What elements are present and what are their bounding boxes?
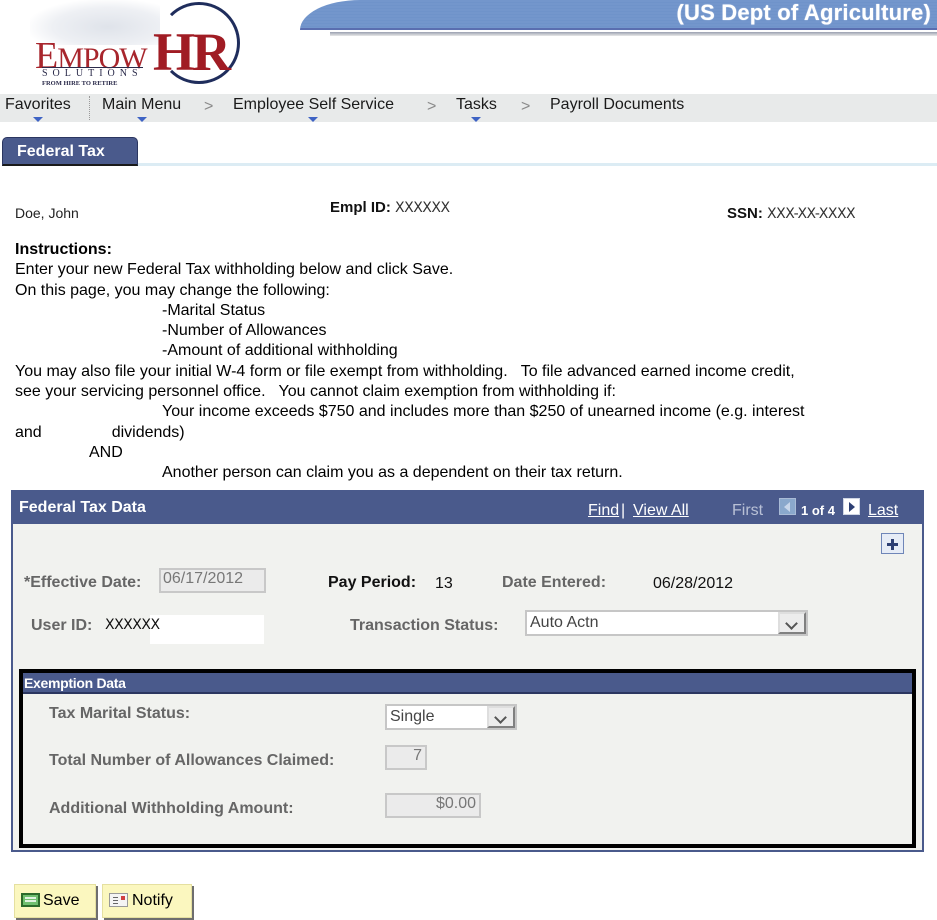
nav-tasks-label: Tasks — [456, 96, 497, 113]
empowhr-logo: EMPOW HR SOLUTIONS FROM HIRE TO RETIRE — [10, 0, 250, 92]
instructions-list-item: -Number of Allowances — [162, 322, 327, 340]
logo-tagline: FROM HIRE TO RETIRE — [42, 80, 118, 87]
instructions-condition-cont: and dividends) — [15, 423, 925, 443]
panel-title: Federal Tax Data — [19, 499, 146, 516]
ssn-value: XXX-XX-XXXX — [767, 206, 856, 222]
transaction-status-value: Auto Actn — [530, 614, 599, 631]
instructions-list-item: -Amount of additional withholding — [162, 342, 398, 360]
instructions-line: On this page, you may change the followi… — [15, 281, 330, 299]
nav-employee-self-service[interactable]: Employee Self Service — [233, 96, 394, 122]
transaction-status-label: Transaction Status: — [350, 617, 499, 634]
instructions-line: You may also file your initial W-4 form … — [15, 362, 795, 380]
empl-id-value: XXXXXX — [395, 200, 450, 216]
allowances-input[interactable]: 7 — [385, 745, 427, 770]
instructions-condition: Another person can claim you as a depend… — [162, 464, 623, 482]
instructions-list-item: -Marital Status — [162, 301, 266, 319]
allowances-label: Total Number of Allowances Claimed: — [49, 752, 335, 769]
exemption-header: Exemption Data — [23, 673, 912, 694]
transaction-status-select[interactable]: Auto Actn — [525, 610, 808, 636]
federal-tax-data-panel: Federal Tax Data Find | View All First 1… — [11, 490, 924, 852]
chevron-down-icon[interactable] — [487, 706, 515, 728]
save-icon — [21, 893, 40, 907]
nav-favorites-label: Favorites — [5, 96, 71, 113]
instructions-dividends-text: dividends) — [111, 423, 185, 441]
last-link[interactable]: Last — [868, 502, 898, 520]
dropdown-caret-icon — [308, 117, 319, 122]
instructions: Instructions: Enter your new Federal Tax… — [15, 240, 925, 484]
instructions-line: Enter your new Federal Tax withholding b… — [15, 261, 454, 279]
tax-marital-status-select[interactable]: Single — [385, 704, 517, 730]
tax-marital-status-label: Tax Marital Status: — [49, 705, 191, 722]
dropdown-caret-icon — [471, 117, 482, 122]
date-entered-value: 06/28/2012 — [653, 575, 734, 592]
logo-subtitle: SOLUTIONS — [42, 67, 143, 79]
empl-id-label: Empl ID: — [330, 199, 391, 216]
save-button-label: Save — [43, 892, 80, 909]
chevron-right-icon: > — [427, 98, 437, 115]
dropdown-caret-icon — [32, 117, 43, 122]
additional-withholding-label: Additional Withholding Amount: — [49, 800, 294, 817]
next-icon[interactable] — [843, 498, 860, 515]
tab-underline — [138, 163, 937, 166]
nav-employee-self-service-label: Employee Self Service — [233, 96, 394, 113]
additional-withholding-input[interactable]: $0.00 — [385, 793, 481, 818]
panel-header: Federal Tax Data Find | View All First 1… — [13, 492, 922, 524]
user-id-box — [150, 615, 264, 644]
pay-period-label: Pay Period: — [328, 574, 417, 591]
chevron-right-icon: > — [204, 98, 214, 115]
breadcrumb-nav: Favorites Main Menu > Employee Self Serv… — [0, 94, 937, 122]
instructions-and-text: and — [15, 423, 42, 441]
find-link[interactable]: Find — [588, 502, 619, 520]
user-id-label: User ID: — [31, 617, 93, 634]
exemption-title: Exemption Data — [24, 675, 126, 691]
instructions-and: AND — [89, 443, 123, 461]
instructions-heading: Instructions: — [15, 241, 112, 258]
exemption-data-section: Exemption Data Tax Marital Status: Singl… — [19, 669, 916, 848]
effective-date-label: *Effective Date: — [24, 574, 142, 591]
nav-divider — [89, 96, 90, 120]
employee-name: Doe, John — [15, 205, 79, 221]
nav-payroll-documents-label: Payroll Documents — [550, 96, 685, 113]
view-all-link[interactable]: View All — [633, 502, 689, 520]
dropdown-caret-icon — [136, 117, 147, 122]
chevron-right-icon: > — [521, 98, 531, 115]
nav-tasks[interactable]: Tasks — [456, 96, 497, 122]
notify-button[interactable]: Notify — [102, 884, 192, 918]
previous-icon — [779, 498, 796, 515]
link-separator: | — [621, 502, 626, 519]
nav-payroll-documents[interactable]: Payroll Documents — [550, 96, 684, 114]
agency-title: (US Dept of Agriculture) — [676, 0, 931, 25]
instructions-line: see your servicing personnel office. You… — [15, 383, 616, 401]
nav-main-menu-label: Main Menu — [102, 96, 182, 113]
banner-shadow — [330, 32, 937, 36]
effective-date-input[interactable]: 06/17/2012 — [159, 568, 266, 593]
nav-main-menu[interactable]: Main Menu — [102, 96, 182, 122]
pay-period-value: 13 — [435, 575, 453, 592]
tab-federal-tax[interactable]: Federal Tax — [2, 137, 138, 166]
save-button[interactable]: Save — [14, 884, 96, 918]
notify-button-label: Notify — [132, 892, 173, 909]
first-link-disabled: First — [732, 502, 764, 519]
date-entered-label: Date Entered: — [502, 574, 607, 591]
user-id-value: XXXXXX — [105, 617, 160, 633]
ssn-field: SSN: XXX-XX-XXXX — [727, 205, 856, 222]
empl-id-field: Empl ID: XXXXXX — [330, 199, 450, 216]
tax-marital-status-value: Single — [390, 708, 435, 725]
logo-hr-text: HR — [153, 22, 231, 82]
nav-favorites[interactable]: Favorites — [5, 96, 71, 122]
ssn-label: SSN: — [727, 205, 763, 222]
chevron-down-icon[interactable] — [778, 612, 806, 634]
add-row-button[interactable] — [881, 533, 904, 554]
notify-icon — [109, 893, 128, 907]
instructions-condition: Your income exceeds $750 and includes mo… — [162, 403, 805, 421]
row-counter: 1 of 4 — [801, 503, 835, 518]
